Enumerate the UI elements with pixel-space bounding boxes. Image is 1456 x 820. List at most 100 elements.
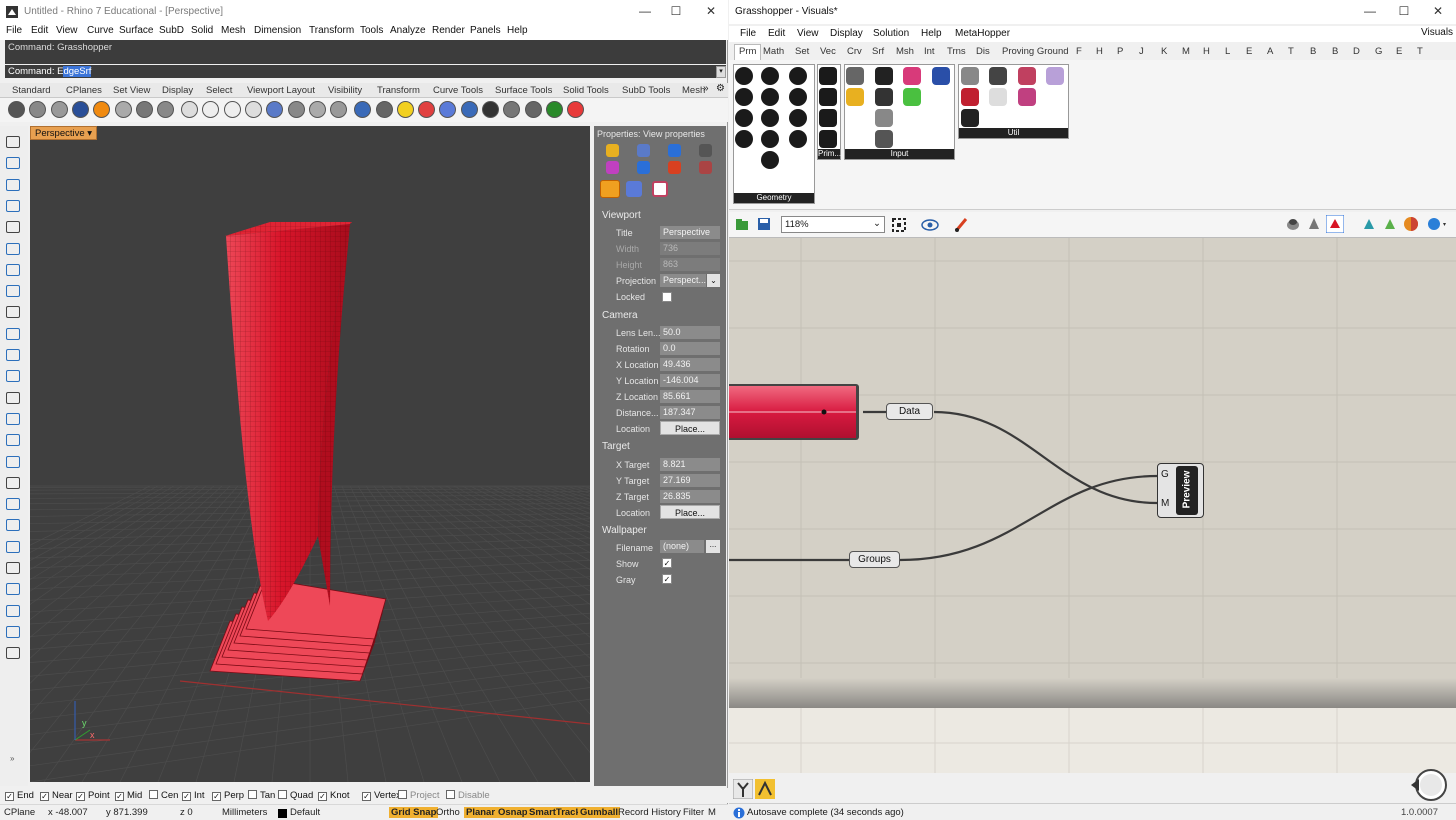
input-param-1-icon[interactable] bbox=[846, 67, 864, 85]
geometry-panel-label[interactable]: Geometry bbox=[734, 193, 814, 203]
geometry-param-11-icon[interactable] bbox=[761, 130, 779, 148]
filter-toggle[interactable]: Filter bbox=[683, 807, 704, 818]
command-line[interactable]: Command: EdgeSrf bbox=[5, 65, 726, 78]
color-icon[interactable] bbox=[567, 101, 585, 118]
util-param-3-icon[interactable] bbox=[1018, 67, 1036, 85]
menu-solid[interactable]: Solid bbox=[191, 25, 213, 36]
gray-checkbox[interactable]: ✓ bbox=[662, 574, 672, 584]
menu-file[interactable]: File bbox=[6, 25, 22, 36]
pointer-icon[interactable] bbox=[6, 136, 20, 148]
input-param-8-icon[interactable] bbox=[875, 109, 893, 127]
select-icon[interactable] bbox=[8, 101, 25, 118]
wireframe-icon[interactable] bbox=[114, 101, 132, 118]
osnap-vertex[interactable]: ✓ Vertex bbox=[362, 790, 401, 801]
y-target-field[interactable]: 27.169 bbox=[660, 474, 720, 487]
primitive-param-2-icon[interactable] bbox=[819, 88, 837, 106]
preview-input-g[interactable]: G bbox=[1161, 469, 1169, 480]
gh-tab-13-p[interactable]: P bbox=[1117, 46, 1123, 57]
primitive-panel-label[interactable]: Prim... bbox=[818, 149, 841, 159]
menu-mesh[interactable]: Mesh bbox=[221, 25, 245, 36]
osnap-point[interactable]: ✓ Point bbox=[76, 790, 110, 801]
extrude-icon[interactable] bbox=[6, 370, 20, 383]
mesh-icon[interactable] bbox=[6, 434, 20, 447]
menu-render[interactable]: Render bbox=[432, 25, 465, 36]
gh-tab-7-int[interactable]: Int bbox=[924, 46, 935, 57]
transform-icon[interactable] bbox=[6, 455, 20, 468]
gh-tab-5-srf[interactable]: Srf bbox=[872, 46, 884, 57]
link-icon[interactable] bbox=[626, 181, 642, 197]
gh-tab-15-k[interactable]: K bbox=[1161, 46, 1167, 57]
gh-tab-27-t[interactable]: T bbox=[1417, 46, 1423, 57]
menu-dimension[interactable]: Dimension bbox=[254, 25, 301, 36]
menu-subd[interactable]: SubD bbox=[159, 25, 184, 36]
gh-tab-1-math[interactable]: Math bbox=[763, 46, 784, 57]
filename-field[interactable]: (none) bbox=[660, 540, 704, 553]
arc-icon[interactable] bbox=[6, 242, 20, 255]
osnap-tan-checkbox[interactable] bbox=[248, 790, 257, 799]
filename-browse-button[interactable]: ... bbox=[706, 540, 720, 553]
analyze-icon[interactable] bbox=[6, 625, 20, 638]
box-icon[interactable] bbox=[6, 391, 20, 404]
dimension-icon[interactable] bbox=[6, 540, 20, 553]
osnap-perp[interactable]: ✓ Perp bbox=[212, 790, 244, 801]
gh-tab-10-proving-ground[interactable]: Proving Ground bbox=[1002, 46, 1069, 57]
osnap-project[interactable]: Project bbox=[398, 790, 440, 801]
osnap-cen[interactable]: Cen bbox=[149, 790, 178, 801]
gh-tab-21-t[interactable]: T bbox=[1288, 46, 1294, 57]
camera-props-icon[interactable] bbox=[699, 144, 712, 157]
input-param-5-icon[interactable] bbox=[846, 88, 864, 106]
tree-icon[interactable] bbox=[733, 779, 753, 799]
polygon-icon[interactable] bbox=[6, 306, 20, 319]
util-param-1-icon[interactable] bbox=[961, 67, 979, 85]
rotation-field[interactable]: 0.0 bbox=[660, 342, 720, 355]
osnap-cen-checkbox[interactable] bbox=[149, 790, 158, 799]
menu-edit[interactable]: Edit bbox=[31, 25, 48, 36]
geometry-param-4-icon[interactable] bbox=[735, 88, 753, 106]
tabs-gear-icon[interactable]: ⚙ bbox=[716, 83, 725, 94]
primitive-param-3-icon[interactable] bbox=[819, 109, 837, 127]
curve-icon[interactable] bbox=[6, 199, 20, 212]
menu-transform[interactable]: Transform bbox=[309, 25, 354, 36]
shield-icon[interactable] bbox=[668, 161, 681, 174]
tab-surface-tools[interactable]: Surface Tools bbox=[495, 85, 552, 96]
osnap-tan[interactable]: Tan bbox=[248, 790, 275, 801]
menu-surface[interactable]: Surface bbox=[119, 25, 153, 36]
util-param-2-icon[interactable] bbox=[989, 67, 1007, 85]
osnap-perp-checkbox[interactable]: ✓ bbox=[212, 792, 221, 801]
osnap-near[interactable]: ✓ Near bbox=[40, 790, 73, 801]
menu-tools[interactable]: Tools bbox=[360, 25, 383, 36]
gh-tab-25-g[interactable]: G bbox=[1375, 46, 1382, 57]
ortho-toggle[interactable]: Ortho bbox=[436, 807, 460, 818]
preview-input-m[interactable]: M bbox=[1161, 498, 1169, 509]
tab-mesh[interactable]: Mesh bbox=[682, 85, 705, 96]
osnap-end[interactable]: ✓ End bbox=[5, 790, 34, 801]
shaded-icon[interactable] bbox=[71, 101, 89, 118]
material-icon[interactable] bbox=[1403, 216, 1419, 232]
util-param-5-icon[interactable] bbox=[961, 88, 979, 106]
bake-icon[interactable] bbox=[1361, 216, 1377, 232]
block-icon[interactable] bbox=[6, 583, 20, 596]
gh-menu-metahopper[interactable]: MetaHopper bbox=[955, 28, 1010, 39]
gh-tab-20-a[interactable]: A bbox=[1267, 46, 1273, 57]
lock-icon[interactable] bbox=[181, 101, 199, 118]
geometry-param-5-icon[interactable] bbox=[761, 88, 779, 106]
tab-cplanes[interactable]: CPlanes bbox=[66, 85, 102, 96]
input-param-9-icon[interactable] bbox=[875, 130, 893, 148]
gh-canvas[interactable]: Data Groups G M Preview bbox=[729, 238, 1456, 773]
open-file-icon[interactable] bbox=[735, 217, 749, 231]
surface-icon[interactable] bbox=[6, 349, 20, 361]
osnap-int[interactable]: ✓ Int bbox=[182, 790, 205, 801]
hide-icon[interactable] bbox=[223, 101, 241, 118]
point-icon[interactable] bbox=[6, 157, 20, 170]
camera-place-button[interactable]: Place... bbox=[660, 421, 720, 435]
named-view-icon[interactable] bbox=[439, 101, 457, 118]
menu-panels[interactable]: Panels bbox=[470, 25, 501, 36]
menu-curve[interactable]: Curve bbox=[87, 25, 114, 36]
geometry-param-12-icon[interactable] bbox=[789, 130, 807, 148]
light-icon[interactable] bbox=[396, 101, 414, 118]
gh-tab-19-e[interactable]: E bbox=[1246, 46, 1252, 57]
geometry-param-8-icon[interactable] bbox=[761, 109, 779, 127]
util-param-4-icon[interactable] bbox=[1046, 67, 1064, 85]
osnap-int-checkbox[interactable]: ✓ bbox=[182, 792, 191, 801]
object-props-icon[interactable] bbox=[287, 101, 305, 118]
